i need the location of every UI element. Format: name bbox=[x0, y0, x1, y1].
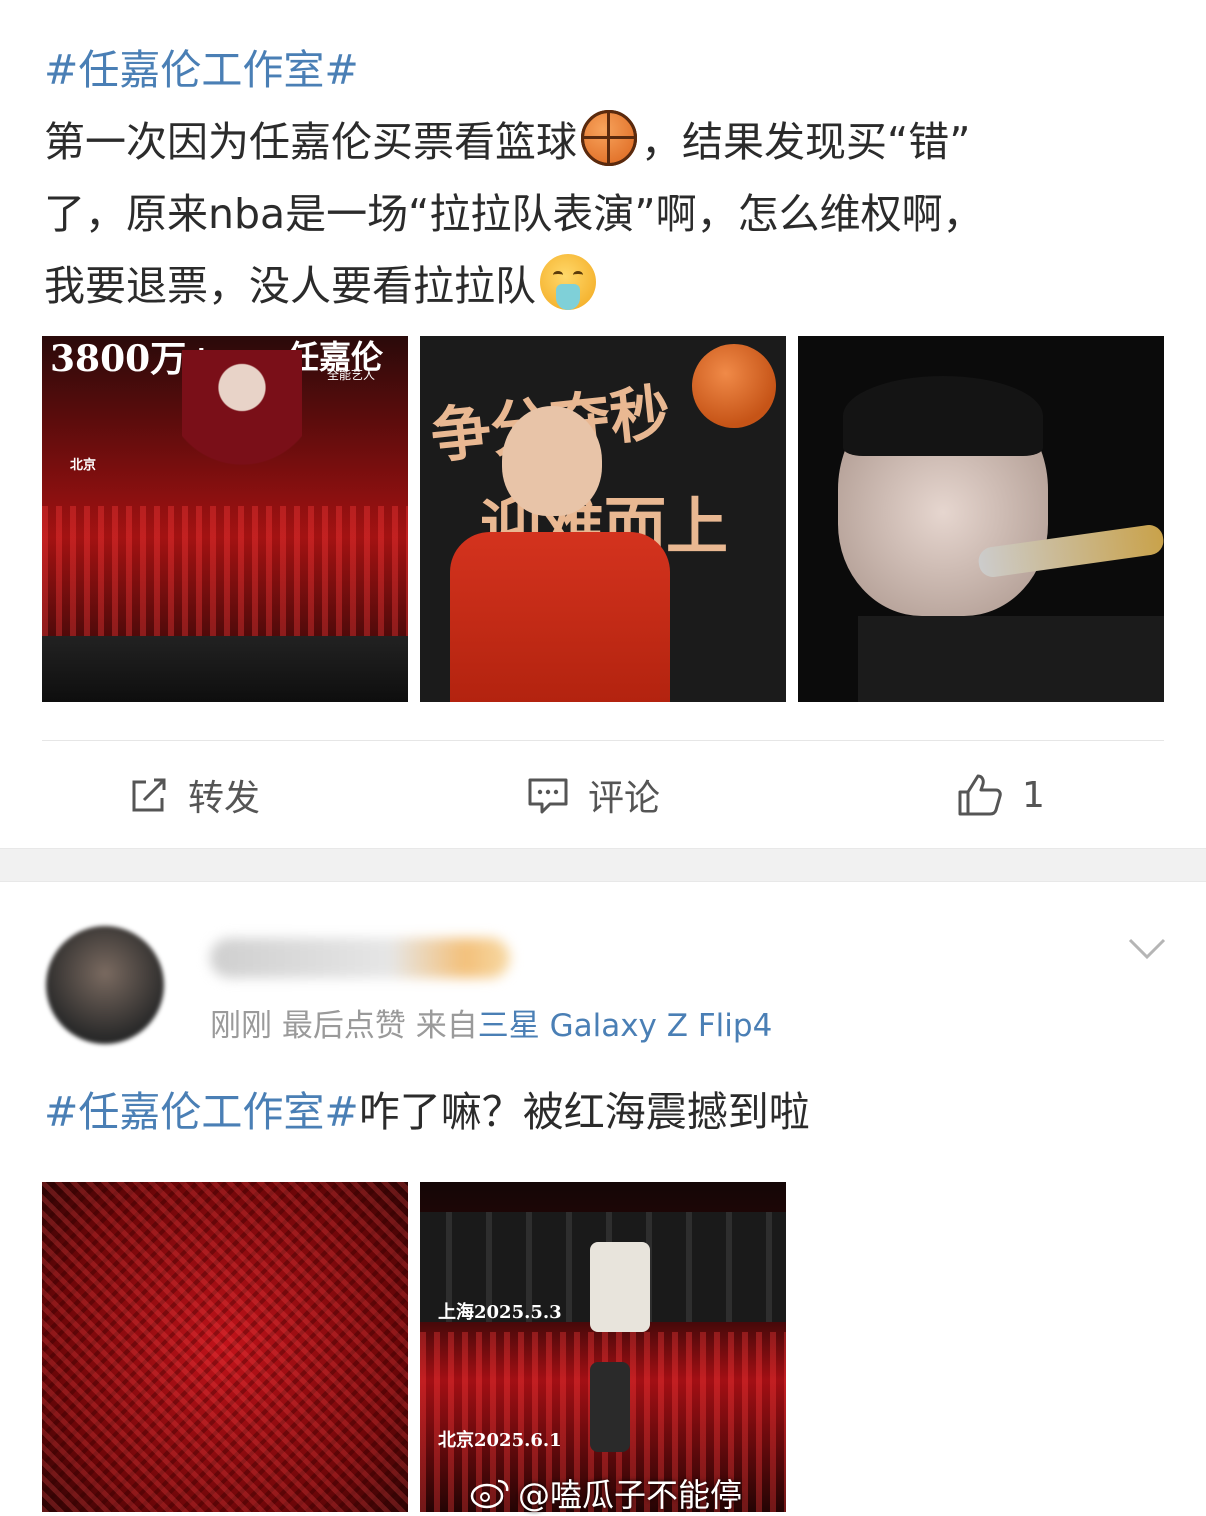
post-device[interactable]: 三星 Galaxy Z Flip4 bbox=[478, 1008, 773, 1044]
image-caption: 上海2025.5.3 bbox=[438, 1302, 562, 1323]
image-figure bbox=[590, 1362, 630, 1452]
post-card[interactable]: 刚刚 最后点赞 来自三星 Galaxy Z Flip4 #任嘉伦工作室#咋了嘛？… bbox=[0, 880, 1206, 1514]
chevron-down-icon bbox=[1128, 938, 1166, 960]
divider bbox=[42, 740, 1164, 741]
post-text-line: ，结果发现买“错” bbox=[641, 118, 971, 166]
section-separator bbox=[0, 848, 1206, 882]
post-meta: 刚刚 最后点赞 来自三星 Galaxy Z Flip4 bbox=[210, 1000, 772, 1045]
action-bar: 转发 评论 1 bbox=[0, 760, 1206, 830]
more-menu-button[interactable] bbox=[1128, 938, 1166, 964]
comment-icon bbox=[528, 778, 568, 814]
watermark-text: @嗑瓜子不能停 bbox=[518, 1476, 743, 1514]
repost-label: 转发 bbox=[188, 778, 261, 819]
hashtag-link[interactable]: #任嘉伦工作室# bbox=[44, 1088, 359, 1136]
image-crowd bbox=[42, 1182, 408, 1512]
basketball-icon bbox=[692, 344, 776, 428]
like-count: 1 bbox=[1022, 774, 1045, 816]
image-figure bbox=[182, 350, 302, 500]
image-caption: 全能艺人 bbox=[327, 368, 376, 382]
username-blurred[interactable] bbox=[210, 938, 510, 978]
post-image[interactable]: 争分夺秒 迎难而上 bbox=[420, 336, 786, 702]
post-text-line: 了，原来nba是一场“拉拉队表演”啊，怎么维权啊， bbox=[44, 190, 984, 238]
comment-label: 评论 bbox=[588, 778, 661, 819]
like-button[interactable]: 1 bbox=[956, 760, 1045, 830]
post-image[interactable] bbox=[42, 1182, 408, 1512]
image-caption: 北京2025.6.1 bbox=[438, 1430, 562, 1451]
image-figure bbox=[590, 1242, 650, 1332]
image-clothes bbox=[858, 616, 1164, 702]
image-caption: 北京 bbox=[70, 458, 97, 473]
post-image[interactable]: 上海2025.5.3 北京2025.6.1 bbox=[420, 1182, 786, 1512]
post-text-line: 我要退票，没人要看拉拉队 bbox=[44, 262, 536, 310]
post-image[interactable] bbox=[798, 336, 1164, 702]
post-source-prefix: 来自 bbox=[415, 1008, 478, 1044]
post-text: #任嘉伦工作室# 第一次因为任嘉伦买票看篮球 ，结果发现买“错” 了，原来nba是… bbox=[44, 34, 1164, 322]
post-text-line: 咋了嘛？被红海震撼到啦 bbox=[358, 1088, 810, 1136]
post-text: #任嘉伦工作室#咋了嘛？被红海震撼到啦 bbox=[44, 1076, 810, 1148]
weibo-logo-icon bbox=[470, 1479, 509, 1509]
image-grid: 3800万+ 任嘉伦 全能艺人 北京 上海 争分夺秒 迎难而上 bbox=[42, 336, 1164, 702]
hashtag-link[interactable]: #任嘉伦工作室# bbox=[44, 46, 359, 94]
avatar[interactable] bbox=[46, 926, 164, 1044]
repost-button[interactable]: 转发 bbox=[128, 760, 260, 830]
post-liked-note: 最后点赞 bbox=[281, 1008, 406, 1044]
image-hair bbox=[843, 376, 1043, 456]
post-text-line: 第一次因为任嘉伦买票看篮球 bbox=[44, 118, 577, 166]
thumbs-up-icon bbox=[958, 774, 1002, 816]
image-group bbox=[42, 636, 408, 702]
post-image[interactable]: 3800万+ 任嘉伦 全能艺人 北京 上海 bbox=[42, 336, 408, 702]
share-icon bbox=[132, 778, 166, 812]
image-grid: 上海2025.5.3 北京2025.6.1 bbox=[42, 1182, 786, 1512]
vomiting-face-icon bbox=[540, 254, 596, 310]
post-card[interactable]: #任嘉伦工作室# 第一次因为任嘉伦买票看篮球 ，结果发现买“错” 了，原来nba是… bbox=[0, 0, 1206, 848]
comment-button[interactable]: 评论 bbox=[526, 760, 660, 830]
image-jersey bbox=[450, 532, 670, 702]
watermark: @嗑瓜子不能停 bbox=[470, 1470, 742, 1516]
basketball-icon bbox=[581, 110, 637, 166]
post-time: 刚刚 bbox=[210, 1008, 272, 1044]
image-figure-head bbox=[502, 406, 602, 516]
